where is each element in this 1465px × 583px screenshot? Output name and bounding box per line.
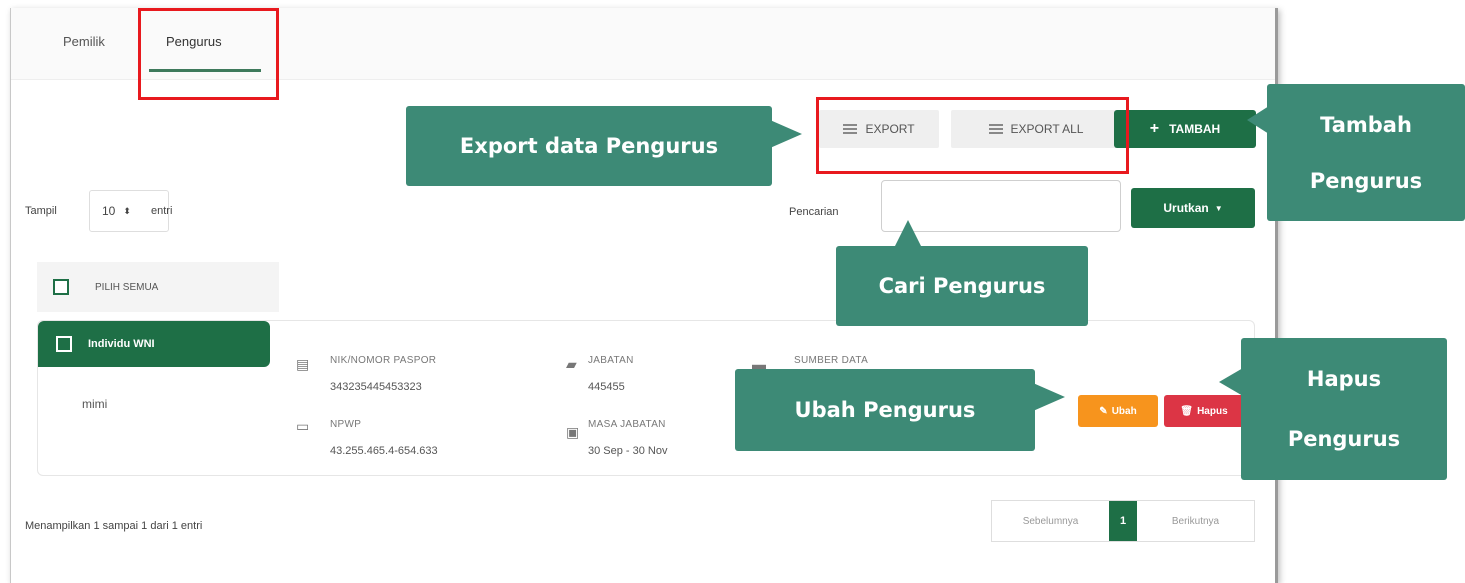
urutkan-button-label: Urutkan [1163,201,1209,215]
pilih-semua-checkbox[interactable] [53,279,69,295]
ubah-button-label: Ubah [1111,405,1137,417]
urutkan-button[interactable]: Urutkan ▼ [1131,188,1255,228]
callout-export: Export data Pengurus [406,106,802,186]
callout-cari: Cari Pengurus [836,220,1088,326]
tab-pemilik[interactable]: Pemilik [63,34,105,49]
callout-tambah-line2: Pengurus [1309,168,1423,193]
tab-highlight-box [138,8,279,100]
pengurus-name: mimi [82,397,108,411]
page-size-value: 10 [102,204,116,218]
pagination: Sebelumnya 1 Berikutnya [991,500,1255,542]
pencarian-label: Pencarian [789,206,839,218]
calendar-icon: ▣ [566,424,580,440]
card-checkbox[interactable] [56,336,72,352]
jabatan-label: JABATAN [588,355,634,366]
credit-card-icon: ▭ [296,418,310,434]
tampil-label: Tampil [25,205,57,217]
callout-tambah-line1: Tambah [1320,112,1412,137]
entries-info: Menampilkan 1 sampai 1 dari 1 entri [25,520,203,532]
card-type-label: Individu WNI [88,338,155,350]
callout-hapus: Hapus Pengurus [1219,338,1447,480]
callout-tambah: Tambah Pengurus [1247,84,1465,221]
hapus-button[interactable]: 🗑 Hapus [1164,395,1244,427]
sort-arrows-icon: ⬍ [123,205,131,216]
pengurus-card: Individu WNI mimi ▤ NIK/NOMOR PASPOR 343… [37,320,1255,476]
masa-jabatan-label: MASA JABATAN [588,419,666,430]
caret-down-icon: ▼ [1214,203,1223,213]
briefcase-icon: ▰ [566,356,577,372]
export-highlight-box [816,97,1129,174]
callout-hapus-line2: Pengurus [1287,427,1401,451]
hapus-button-label: Hapus [1197,405,1228,417]
plus-icon: + [1149,120,1160,137]
id-card-icon: ▤ [296,356,310,372]
pilih-semua-label: PILIH SEMUA [95,281,159,293]
sumber-data-label: SUMBER DATA [794,355,869,366]
page: Pemilik Pengurus EXPORT EXPORT ALL + TAM… [0,0,1465,583]
pilih-semua-row[interactable]: PILIH SEMUA [37,262,279,312]
tambah-button[interactable]: + TAMBAH [1114,110,1256,148]
ubah-button[interactable]: ✎ Ubah [1078,395,1158,427]
npwp-value: 43.255.465.4-654.633 [330,445,438,457]
tambah-button-label: TAMBAH [1169,122,1221,136]
edit-icon: ✎ [1099,405,1108,417]
masa-jabatan-value: 30 Sep - 30 Nov [588,445,668,457]
entri-label: entri [151,205,173,217]
npwp-label: NPWP [330,419,362,430]
previous-page-button[interactable]: Sebelumnya [992,516,1109,527]
nik-label: NIK/NOMOR PASPOR [330,355,437,366]
callout-hapus-line1: Hapus [1306,367,1382,391]
card-header: Individu WNI [38,321,270,367]
jabatan-value: 445455 [588,381,625,393]
next-page-button[interactable]: Berikutnya [1137,516,1254,527]
nik-value: 343235445453323 [330,381,422,393]
trash-icon: 🗑 [1180,405,1194,417]
callout-ubah: Ubah Pengurus [735,369,1065,451]
page-1-button[interactable]: 1 [1109,501,1137,541]
